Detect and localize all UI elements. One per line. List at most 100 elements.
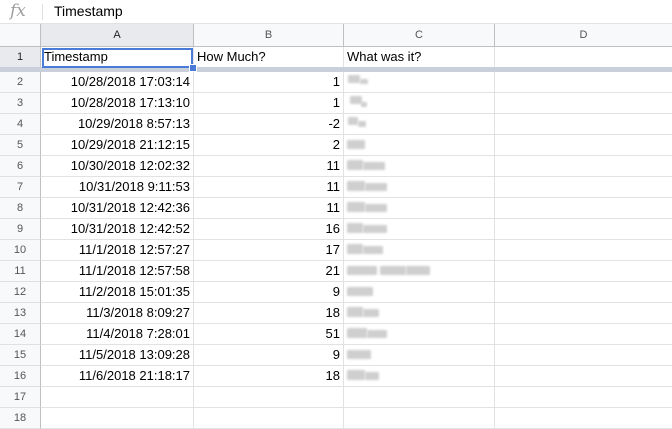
redacted-text — [347, 244, 363, 254]
cell-c10[interactable] — [344, 240, 495, 261]
row-header-4[interactable]: 4 — [0, 114, 41, 135]
row-header-9[interactable]: 9 — [0, 219, 41, 240]
cell-d15[interactable] — [495, 345, 672, 366]
row-header-6[interactable]: 6 — [0, 156, 41, 177]
row-header-18[interactable]: 18 — [0, 408, 41, 429]
formula-bar-divider — [42, 4, 43, 20]
cell-b1[interactable]: How Much? — [194, 47, 344, 68]
cell-c6[interactable] — [344, 156, 495, 177]
row-header-16[interactable]: 16 — [0, 366, 41, 387]
cell-a12[interactable]: 11/2/2018 15:01:35 — [41, 282, 194, 303]
cell-a11[interactable]: 11/1/2018 12:57:58 — [41, 261, 194, 282]
cell-c11[interactable] — [344, 261, 495, 282]
cell-d5[interactable] — [495, 135, 672, 156]
cell-d10[interactable] — [495, 240, 672, 261]
cell-b17[interactable] — [194, 387, 344, 408]
cell-d3[interactable] — [495, 93, 672, 114]
cell-b13[interactable]: 18 — [194, 303, 344, 324]
cell-c8[interactable] — [344, 198, 495, 219]
cell-d18[interactable] — [495, 408, 672, 429]
row-header-11[interactable]: 11 — [0, 261, 41, 282]
active-cell-selection — [42, 48, 193, 68]
redacted-text — [347, 181, 365, 191]
column-header-d[interactable]: D — [495, 24, 672, 47]
cell-b18[interactable] — [194, 408, 344, 429]
cell-c18[interactable] — [344, 408, 495, 429]
cell-d4[interactable] — [495, 114, 672, 135]
cell-a7[interactable]: 10/31/2018 9:11:53 — [41, 177, 194, 198]
fill-handle[interactable] — [189, 64, 197, 72]
cell-c5[interactable] — [344, 135, 495, 156]
cell-b16[interactable]: 18 — [194, 366, 344, 387]
cell-c9[interactable] — [344, 219, 495, 240]
cell-c12[interactable] — [344, 282, 495, 303]
cell-a15[interactable]: 11/5/2018 13:09:28 — [41, 345, 194, 366]
row-header-12[interactable]: 12 — [0, 282, 41, 303]
cell-c14[interactable] — [344, 324, 495, 345]
cell-b9[interactable]: 16 — [194, 219, 344, 240]
cell-b3[interactable]: 1 — [194, 93, 344, 114]
cell-c4[interactable] — [344, 114, 495, 135]
cell-d11[interactable] — [495, 261, 672, 282]
row-header-3[interactable]: 3 — [0, 93, 41, 114]
select-all-corner[interactable] — [0, 24, 41, 47]
cell-d1[interactable] — [495, 47, 672, 68]
cell-d7[interactable] — [495, 177, 672, 198]
cell-a17[interactable] — [41, 387, 194, 408]
column-header-b[interactable]: B — [194, 24, 344, 47]
cell-a4[interactable]: 10/29/2018 8:57:13 — [41, 114, 194, 135]
cell-a14[interactable]: 11/4/2018 7:28:01 — [41, 324, 194, 345]
cell-b14[interactable]: 51 — [194, 324, 344, 345]
cell-b8[interactable]: 11 — [194, 198, 344, 219]
cell-b10[interactable]: 17 — [194, 240, 344, 261]
cell-d6[interactable] — [495, 156, 672, 177]
row-header-17[interactable]: 17 — [0, 387, 41, 408]
cell-a6[interactable]: 10/30/2018 12:02:32 — [41, 156, 194, 177]
cell-b5[interactable]: 2 — [194, 135, 344, 156]
column-header-c[interactable]: C — [344, 24, 495, 47]
cell-d14[interactable] — [495, 324, 672, 345]
cell-a8[interactable]: 10/31/2018 12:42:36 — [41, 198, 194, 219]
cell-c16[interactable] — [344, 366, 495, 387]
cell-a3[interactable]: 10/28/2018 17:13:10 — [41, 93, 194, 114]
cell-d8[interactable] — [495, 198, 672, 219]
cell-a13[interactable]: 11/3/2018 8:09:27 — [41, 303, 194, 324]
row-header-15[interactable]: 15 — [0, 345, 41, 366]
cell-c17[interactable] — [344, 387, 495, 408]
cell-a10[interactable]: 11/1/2018 12:57:27 — [41, 240, 194, 261]
row-header-5[interactable]: 5 — [0, 135, 41, 156]
cell-a2[interactable]: 10/28/2018 17:03:14 — [41, 72, 194, 93]
cell-b2[interactable]: 1 — [194, 72, 344, 93]
formula-input[interactable]: Timestamp — [54, 3, 123, 19]
row-header-13[interactable]: 13 — [0, 303, 41, 324]
cell-a9[interactable]: 10/31/2018 12:42:52 — [41, 219, 194, 240]
cell-d17[interactable] — [495, 387, 672, 408]
cell-a5[interactable]: 10/29/2018 21:12:15 — [41, 135, 194, 156]
cell-c2[interactable] — [344, 72, 495, 93]
cell-d12[interactable] — [495, 282, 672, 303]
cell-a18[interactable] — [41, 408, 194, 429]
cell-d9[interactable] — [495, 219, 672, 240]
cell-d2[interactable] — [495, 72, 672, 93]
cell-c15[interactable] — [344, 345, 495, 366]
row-header-1[interactable]: 1 — [0, 47, 41, 68]
cell-b11[interactable]: 21 — [194, 261, 344, 282]
cell-a16[interactable]: 11/6/2018 21:18:17 — [41, 366, 194, 387]
cell-c13[interactable] — [344, 303, 495, 324]
row-header-14[interactable]: 14 — [0, 324, 41, 345]
cell-b6[interactable]: 11 — [194, 156, 344, 177]
row-header-10[interactable]: 10 — [0, 240, 41, 261]
cell-d13[interactable] — [495, 303, 672, 324]
row-header-2[interactable]: 2 — [0, 72, 41, 93]
column-header-a[interactable]: A — [41, 24, 194, 47]
cell-b7[interactable]: 11 — [194, 177, 344, 198]
cell-c7[interactable] — [344, 177, 495, 198]
cell-b15[interactable]: 9 — [194, 345, 344, 366]
cell-c3[interactable] — [344, 93, 495, 114]
cell-b12[interactable]: 9 — [194, 282, 344, 303]
cell-c1[interactable]: What was it? — [344, 47, 495, 68]
cell-b4[interactable]: -2 — [194, 114, 344, 135]
cell-d16[interactable] — [495, 366, 672, 387]
row-header-7[interactable]: 7 — [0, 177, 41, 198]
row-header-8[interactable]: 8 — [0, 198, 41, 219]
